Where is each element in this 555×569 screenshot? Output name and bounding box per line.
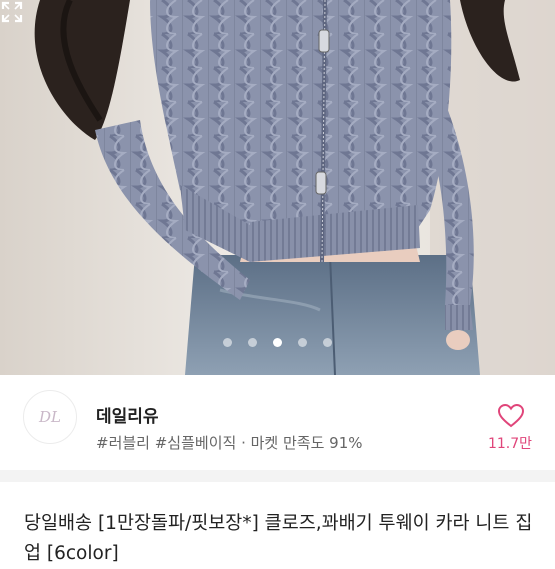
product-title: 당일배송 [1만장돌파/핏보장*] 클로즈,꽈배기 투웨이 카라 니트 집업 [… [24, 513, 533, 564]
shop-logo[interactable]: DL [23, 390, 77, 444]
carousel-dot[interactable] [298, 338, 307, 347]
like-count: 11.7만 [487, 436, 533, 452]
product-image [0, 0, 555, 375]
carousel-dot[interactable] [223, 338, 232, 347]
shop-logo-mark: DL [38, 408, 61, 426]
heart-icon[interactable] [498, 404, 524, 428]
shop-tags: #러블리 #심플베이직 · 마켓 만족도 91% [96, 434, 363, 452]
carousel-dot[interactable] [323, 338, 332, 347]
shop-info[interactable] [0, 375, 555, 470]
carousel-dot[interactable] [248, 338, 257, 347]
svg-text:DL: DL [38, 408, 61, 426]
carousel-dot-active[interactable] [273, 338, 282, 347]
product-photo[interactable] [0, 0, 555, 375]
carousel-indicator [0, 336, 555, 348]
shop-name[interactable]: 데일리유 [96, 402, 159, 427]
section-divider [0, 470, 555, 482]
expand-icon[interactable] [0, 0, 24, 24]
